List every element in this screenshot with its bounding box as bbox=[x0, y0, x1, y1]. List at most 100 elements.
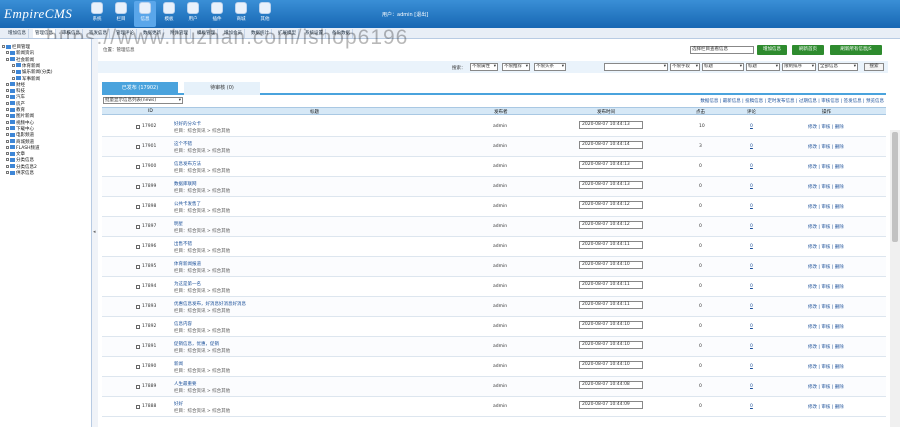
row-comments[interactable]: 0 bbox=[750, 324, 753, 329]
row-title[interactable]: 信息发布方法 bbox=[174, 161, 201, 167]
row-comments[interactable]: 0 bbox=[750, 164, 753, 169]
row-checkbox[interactable] bbox=[136, 365, 140, 369]
row-title[interactable]: 出售不错 bbox=[174, 241, 192, 247]
expand-icon[interactable] bbox=[2, 45, 5, 48]
sidebar-item[interactable]: 供求信息 bbox=[6, 170, 34, 177]
search-filter-select[interactable]: 不限属性 bbox=[470, 63, 498, 71]
nav-plugin[interactable]: 插件 bbox=[206, 1, 228, 27]
row-checkbox[interactable] bbox=[136, 245, 140, 249]
expand-icon[interactable] bbox=[6, 171, 9, 174]
row-comments[interactable]: 0 bbox=[750, 124, 753, 129]
row-time[interactable]: 2020-08-07 10:44:08 bbox=[579, 381, 643, 389]
row-title[interactable]: 信息内容 bbox=[174, 321, 192, 327]
row-checkbox[interactable] bbox=[136, 185, 140, 189]
tab-pending[interactable]: 待审核 (0) bbox=[184, 82, 260, 95]
row-time[interactable]: 2020-08-07 10:44:11 bbox=[579, 241, 643, 249]
expand-icon[interactable] bbox=[6, 108, 9, 111]
row-time[interactable]: 2020-08-07 10:44:10 bbox=[579, 321, 643, 329]
expand-icon[interactable] bbox=[6, 57, 9, 61]
row-title[interactable]: 好好 bbox=[174, 401, 183, 407]
expand-icon[interactable] bbox=[6, 126, 9, 130]
expand-icon[interactable] bbox=[6, 152, 9, 156]
expand-icon[interactable] bbox=[6, 158, 9, 162]
row-checkbox[interactable] bbox=[136, 225, 140, 229]
expand-icon[interactable] bbox=[6, 164, 9, 168]
expand-icon[interactable] bbox=[12, 76, 15, 80]
row-time[interactable]: 2020-08-07 10:44:10 bbox=[579, 361, 643, 369]
row-actions[interactable]: 修改 | 审核 | 删除 bbox=[808, 144, 844, 150]
nav-user[interactable]: 用户 bbox=[182, 1, 204, 27]
quick-tab[interactable]: 增加信息 bbox=[6, 29, 29, 38]
row-actions[interactable]: 修改 | 审核 | 删除 bbox=[808, 344, 844, 350]
row-checkbox[interactable] bbox=[136, 385, 140, 389]
filter-links[interactable]: 数据信息 | 最新信息 | 投稿信息 | 定时发布信息 | 过期信息 | 审核信… bbox=[700, 98, 884, 104]
row-comments[interactable]: 0 bbox=[750, 304, 753, 309]
row-comments[interactable]: 0 bbox=[750, 364, 753, 369]
row-comments[interactable]: 0 bbox=[750, 224, 753, 229]
row-checkbox[interactable] bbox=[136, 405, 140, 409]
nav-gear[interactable]: 其他 bbox=[254, 1, 276, 27]
expand-icon[interactable] bbox=[6, 82, 9, 86]
row-comments[interactable]: 0 bbox=[750, 384, 753, 389]
nav-template[interactable]: 模板 bbox=[158, 1, 180, 27]
list-select[interactable]: 批量显示信息列表(news) bbox=[103, 97, 183, 104]
row-time[interactable]: 2020-08-07 10:44:13 bbox=[579, 181, 643, 189]
row-checkbox[interactable] bbox=[136, 165, 140, 169]
row-time[interactable]: 2020-08-07 10:44:10 bbox=[579, 341, 643, 349]
refresh-js-button[interactable]: 刷新所有信息JS bbox=[830, 45, 882, 55]
row-checkbox[interactable] bbox=[136, 345, 140, 349]
row-title[interactable]: 体育新闻报道 bbox=[174, 261, 201, 267]
row-comments[interactable]: 0 bbox=[750, 244, 753, 249]
expand-icon[interactable] bbox=[6, 51, 9, 55]
row-title[interactable]: 明星 bbox=[174, 221, 183, 227]
row-actions[interactable]: 修改 | 审核 | 删除 bbox=[808, 384, 844, 390]
row-checkbox[interactable] bbox=[136, 125, 140, 129]
expand-icon[interactable] bbox=[6, 145, 9, 149]
search-filter-select[interactable]: 不限头条 bbox=[534, 63, 566, 71]
row-checkbox[interactable] bbox=[136, 325, 140, 329]
search-input[interactable] bbox=[604, 63, 668, 71]
expand-icon[interactable] bbox=[12, 70, 15, 74]
collapse-icon[interactable]: ◂ bbox=[93, 229, 96, 235]
expand-icon[interactable] bbox=[6, 139, 9, 143]
row-time[interactable]: 2020-08-07 10:44:14 bbox=[579, 141, 643, 149]
search-filter-select[interactable]: 限制排序 bbox=[782, 63, 816, 71]
row-actions[interactable]: 修改 | 审核 | 删除 bbox=[808, 324, 844, 330]
row-checkbox[interactable] bbox=[136, 285, 140, 289]
refresh-home-button[interactable]: 刷新首页 bbox=[792, 45, 824, 55]
expand-icon[interactable] bbox=[6, 133, 9, 137]
row-actions[interactable]: 修改 | 审核 | 删除 bbox=[808, 264, 844, 270]
row-checkbox[interactable] bbox=[136, 145, 140, 149]
row-time[interactable]: 2020-08-07 10:44:10 bbox=[579, 261, 643, 269]
nav-globe[interactable]: 系统 bbox=[86, 1, 108, 27]
row-actions[interactable]: 修改 | 审核 | 删除 bbox=[808, 284, 844, 290]
add-info-button[interactable]: 增加信息 bbox=[757, 45, 787, 55]
row-checkbox[interactable] bbox=[136, 265, 140, 269]
row-actions[interactable]: 修改 | 审核 | 删除 bbox=[808, 204, 844, 210]
row-actions[interactable]: 修改 | 审核 | 删除 bbox=[808, 404, 844, 410]
row-time[interactable]: 2020-08-07 10:44:09 bbox=[579, 401, 643, 409]
row-comments[interactable]: 0 bbox=[750, 144, 753, 149]
row-title[interactable]: 人生最重要 bbox=[174, 381, 197, 387]
expand-icon[interactable] bbox=[6, 95, 9, 99]
expand-icon[interactable] bbox=[6, 120, 9, 124]
row-comments[interactable]: 0 bbox=[750, 284, 753, 289]
search-button[interactable]: 搜索 bbox=[864, 63, 884, 71]
tab-published[interactable]: 已发布 (17902) bbox=[102, 82, 178, 95]
search-filter-select[interactable]: 不限字段 bbox=[670, 63, 700, 71]
row-actions[interactable]: 修改 | 审核 | 删除 bbox=[808, 364, 844, 370]
search-filter-select[interactable]: 全部信息 bbox=[818, 63, 858, 71]
row-actions[interactable]: 修改 | 审核 | 删除 bbox=[808, 304, 844, 310]
row-comments[interactable]: 0 bbox=[750, 184, 753, 189]
row-actions[interactable]: 修改 | 审核 | 删除 bbox=[808, 164, 844, 170]
expand-icon[interactable] bbox=[6, 114, 9, 118]
nav-shop[interactable]: 商城 bbox=[230, 1, 252, 27]
row-title[interactable]: 促销信息，优惠，促销 bbox=[174, 341, 219, 347]
row-comments[interactable]: 0 bbox=[750, 204, 753, 209]
column-select[interactable]: 选择栏目查看信息 bbox=[690, 46, 754, 54]
row-title[interactable]: 数据库联网 bbox=[174, 181, 197, 187]
row-actions[interactable]: 修改 | 审核 | 删除 bbox=[808, 184, 844, 190]
scrollbar[interactable] bbox=[890, 130, 900, 427]
nav-doc[interactable]: 信息 bbox=[134, 1, 156, 27]
row-title[interactable]: 为这是第一名 bbox=[174, 281, 201, 287]
